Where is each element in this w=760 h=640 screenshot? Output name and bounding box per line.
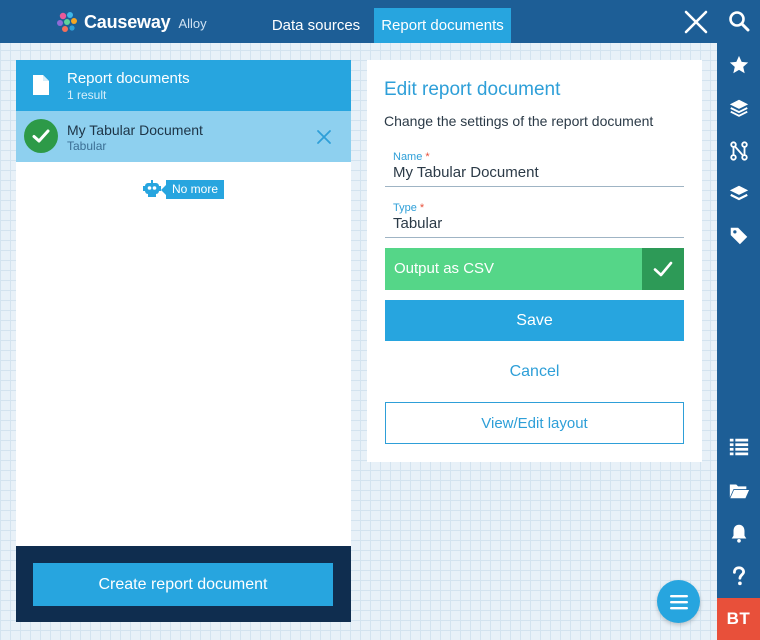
type-field-value[interactable]: Tabular <box>393 215 442 232</box>
create-report-document-button[interactable]: Create report document <box>33 563 333 606</box>
tab-report-documents[interactable]: Report documents <box>374 8 511 43</box>
save-button[interactable]: Save <box>385 300 684 341</box>
end-of-list-indicator: No more <box>142 179 225 199</box>
app-logo[interactable]: Causeway Alloy <box>55 9 207 35</box>
hamburger-menu-icon <box>669 594 688 609</box>
close-icon <box>317 130 331 144</box>
name-field-label: Name * <box>393 151 430 163</box>
name-field-value[interactable]: My Tabular Document <box>393 164 539 181</box>
required-mark: * <box>419 202 425 214</box>
causeway-logo-icon <box>57 12 77 32</box>
user-avatar[interactable]: BT <box>717 598 760 640</box>
help-icon[interactable] <box>717 561 760 591</box>
bell-icon[interactable] <box>717 518 760 548</box>
form-title: Edit report document <box>384 79 561 100</box>
type-field[interactable]: Type * Tabular <box>385 200 684 238</box>
list-item-subtitle: Tabular <box>67 139 107 153</box>
close-icon <box>684 10 708 34</box>
result-count: 1 result <box>67 88 107 102</box>
list-icon[interactable] <box>717 432 760 462</box>
list-item[interactable]: My Tabular Document Tabular <box>16 111 351 162</box>
tab-data-sources[interactable]: Data sources <box>266 8 366 43</box>
checkmark-icon <box>642 248 684 290</box>
panel-title: Report documents <box>67 70 190 87</box>
name-field[interactable]: Name * My Tabular Document <box>385 149 684 187</box>
check-circle-icon <box>24 119 58 153</box>
type-field-label: Type * <box>393 202 425 214</box>
branch-icon[interactable] <box>717 136 760 166</box>
no-more-label: No more <box>160 179 225 199</box>
brand-name: Causeway <box>84 11 171 32</box>
star-icon[interactable] <box>717 50 760 80</box>
folder-icon[interactable] <box>717 475 760 505</box>
robot-icon <box>142 179 162 199</box>
close-button[interactable] <box>680 6 712 38</box>
tag-icon[interactable] <box>717 221 760 251</box>
list-item-title: My Tabular Document <box>67 122 203 138</box>
report-documents-panel: Report documents 1 result My Tabular Doc… <box>16 60 351 622</box>
panel-footer: Create report document <box>16 546 351 622</box>
output-csv-label: Output as CSV <box>394 260 495 277</box>
brand-product: Alloy <box>178 16 207 31</box>
deselect-button[interactable] <box>314 127 334 147</box>
document-icon <box>33 75 49 95</box>
view-edit-layout-button[interactable]: View/Edit layout <box>385 402 684 444</box>
form-description: Change the settings of the report docume… <box>384 113 654 129</box>
cancel-button[interactable]: Cancel <box>385 352 684 392</box>
edit-form-panel: Edit report document Change the settings… <box>367 60 702 462</box>
top-bar: Causeway Alloy Data sources Report docum… <box>0 0 717 43</box>
menu-fab-button[interactable] <box>657 580 700 623</box>
stack-icon[interactable] <box>717 179 760 209</box>
layers-icon[interactable] <box>717 93 760 123</box>
right-rail: BT <box>717 0 760 640</box>
output-csv-toggle[interactable]: Output as CSV <box>385 248 684 290</box>
required-mark: * <box>425 151 430 163</box>
panel-header: Report documents 1 result <box>16 60 351 111</box>
search-icon[interactable] <box>717 6 760 36</box>
